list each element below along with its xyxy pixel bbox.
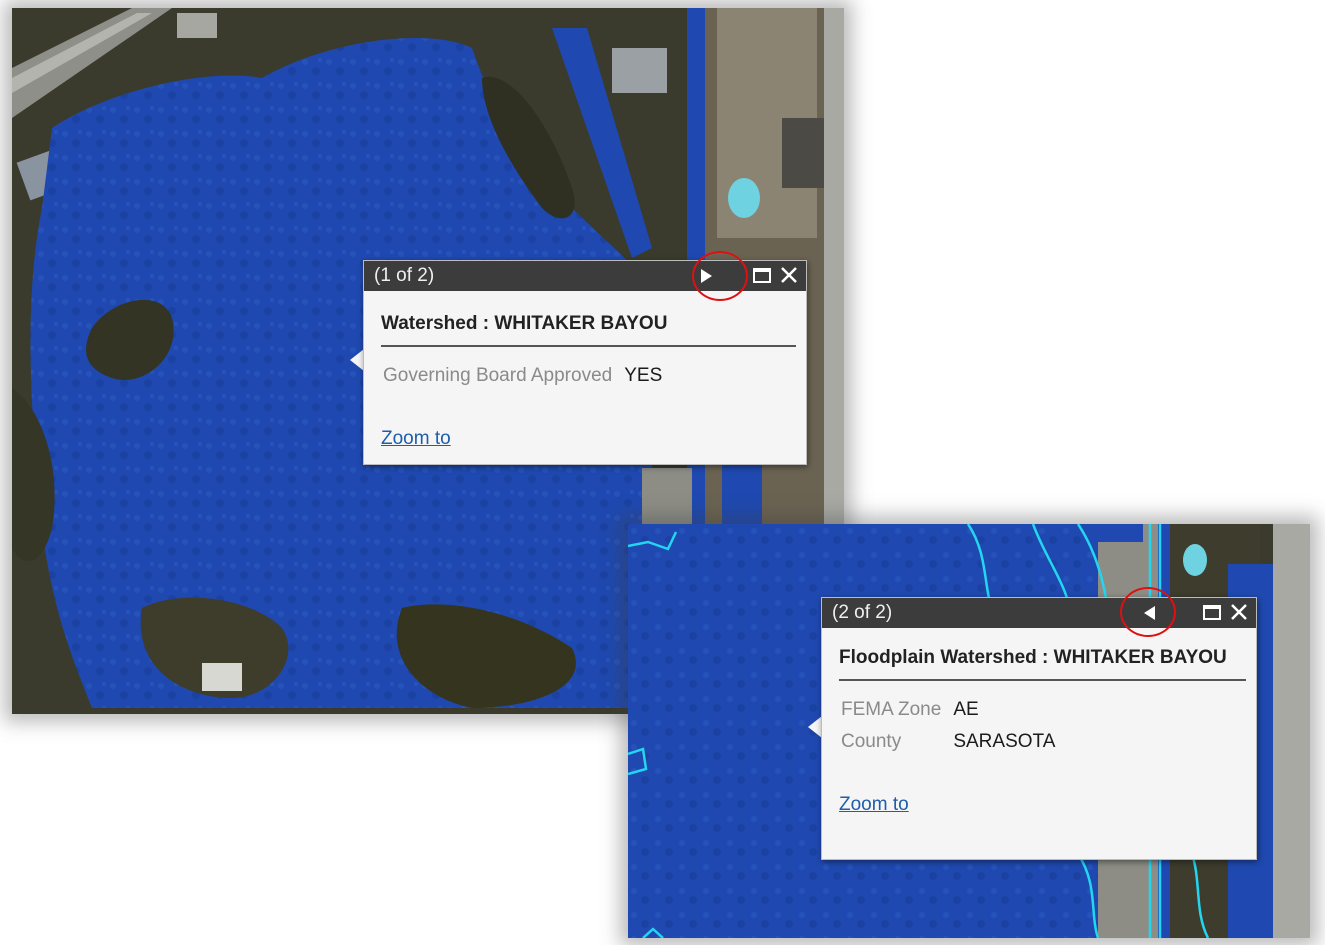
attribute-row: Governing Board Approved YES	[381, 360, 664, 392]
attribute-label: Governing Board Approved	[383, 365, 613, 386]
attribute-label: FEMA Zone	[841, 699, 942, 720]
highlight-circle	[692, 251, 748, 301]
popup-pointer	[808, 716, 822, 738]
attribute-table: Governing Board Approved YES	[381, 360, 664, 392]
attribute-row: County SARASOTA	[839, 726, 1057, 758]
popup-body: Watershed : WHITAKER BAYOU Governing Boa…	[364, 291, 806, 450]
popup-counter: (2 of 2)	[832, 602, 893, 623]
zoom-to-link[interactable]: Zoom to	[381, 428, 451, 450]
popup-heading: Floodplain Watershed : WHITAKER BAYOU	[839, 628, 1246, 681]
attribute-row: FEMA Zone AE	[839, 694, 1057, 726]
popup-heading: Watershed : WHITAKER BAYOU	[381, 291, 796, 347]
close-icon[interactable]	[1226, 598, 1252, 628]
maximize-icon[interactable]	[749, 261, 775, 291]
popup-counter: (1 of 2)	[374, 265, 435, 286]
attribute-label: County	[841, 731, 902, 752]
popup-titlebar: (2 of 2)	[822, 598, 1256, 628]
maximize-icon[interactable]	[1199, 598, 1225, 628]
zoom-to-link[interactable]: Zoom to	[839, 794, 909, 816]
close-icon[interactable]	[776, 261, 802, 291]
attribute-table: FEMA Zone AE County SARASOTA	[839, 694, 1057, 758]
attribute-value: YES	[624, 365, 663, 386]
highlight-circle	[1120, 587, 1176, 637]
identify-popup-floodplain: (2 of 2) Floodplain Watershed : WHITAKER…	[821, 597, 1257, 860]
popup-pointer	[350, 349, 364, 371]
attribute-value: SARASOTA	[953, 731, 1056, 752]
popup-body: Floodplain Watershed : WHITAKER BAYOU FE…	[822, 628, 1256, 816]
attribute-value: AE	[953, 699, 979, 720]
